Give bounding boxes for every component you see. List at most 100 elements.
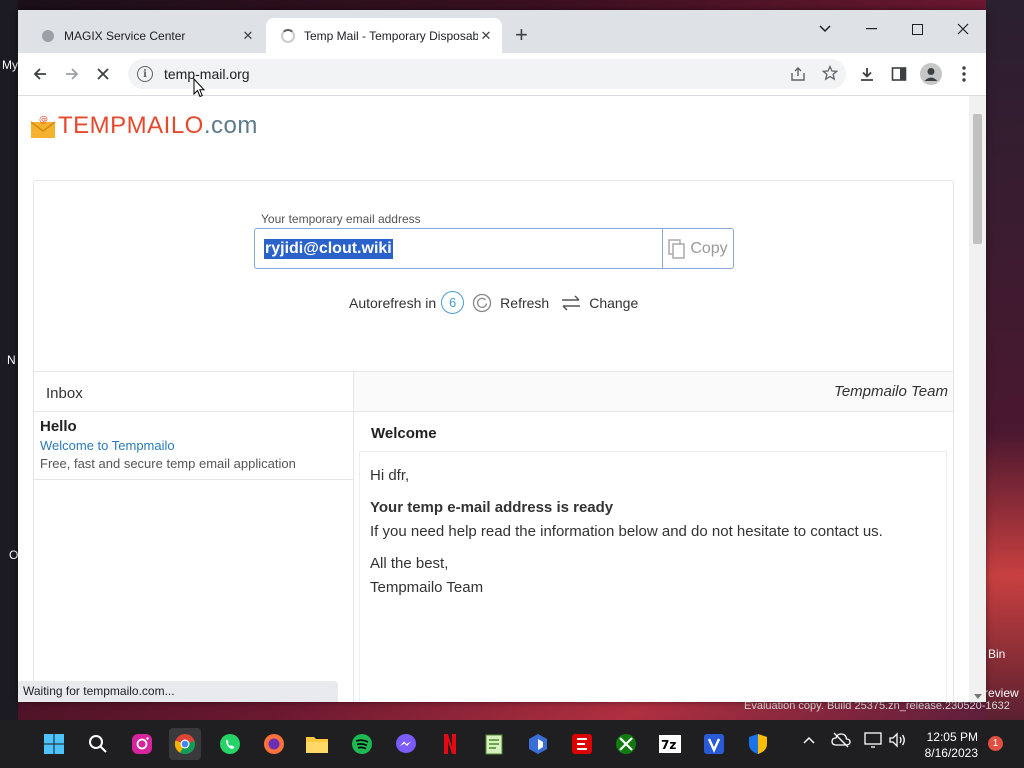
email-value-wrapper[interactable]: ryjidi@clout.wiki bbox=[255, 229, 663, 268]
browser-toolbar: i temp-mail.org bbox=[18, 53, 986, 96]
bookmark-star-icon[interactable] bbox=[821, 64, 839, 86]
inbox-title: Inbox bbox=[46, 385, 83, 402]
espn-icon[interactable] bbox=[566, 728, 598, 760]
swap-arrows-icon bbox=[562, 294, 581, 311]
message-sender: Tempmailo Team bbox=[834, 383, 948, 400]
logo-text-primary: TEMPMAILO bbox=[58, 112, 204, 139]
forward-arrow-icon[interactable] bbox=[57, 59, 87, 89]
show-hidden-icons-icon[interactable] bbox=[802, 734, 816, 748]
copy-icon bbox=[668, 238, 686, 259]
tab-title: MAGIX Service Center bbox=[64, 28, 186, 43]
tab-magix[interactable]: MAGIX Service Center ✕ bbox=[26, 18, 264, 53]
taskbar: 7z 12:05 PM 8/16/2023 1 bbox=[0, 720, 1024, 768]
close-tab-icon[interactable]: ✕ bbox=[240, 28, 256, 44]
close-window-icon[interactable] bbox=[940, 14, 986, 44]
clock-time: 12:05 PM bbox=[926, 730, 978, 744]
refresh-button[interactable]: Refresh bbox=[472, 293, 549, 313]
system-clock[interactable]: 12:05 PM 8/16/2023 bbox=[912, 729, 978, 761]
volume-icon[interactable] bbox=[888, 732, 906, 751]
url-text[interactable]: temp-mail.org bbox=[164, 66, 250, 82]
scrollbar-thumb[interactable] bbox=[973, 114, 982, 244]
stop-loading-icon[interactable] bbox=[88, 59, 118, 89]
cloud-offline-icon[interactable] bbox=[831, 732, 851, 751]
logo-text-domain: .com bbox=[203, 112, 258, 139]
share-icon[interactable] bbox=[790, 66, 806, 87]
message-signoff: All the best, bbox=[370, 555, 449, 572]
svg-text:@: @ bbox=[39, 116, 48, 125]
back-arrow-icon[interactable] bbox=[25, 59, 55, 89]
notepad-icon[interactable] bbox=[478, 728, 510, 760]
message-subject: Welcome bbox=[371, 425, 437, 442]
message-headline: Your temp e-mail address is ready bbox=[370, 499, 614, 516]
mouse-cursor-icon bbox=[193, 78, 205, 98]
clock-date: 8/16/2023 bbox=[924, 746, 978, 760]
whatsapp-icon[interactable] bbox=[214, 728, 246, 760]
xbox-icon[interactable] bbox=[610, 728, 642, 760]
page-content: @ TEMPMAILO .com Your temporary email add… bbox=[18, 96, 969, 702]
change-label: Change bbox=[589, 294, 639, 311]
page-scrollbar[interactable] bbox=[969, 96, 986, 702]
maximize-icon[interactable] bbox=[894, 14, 940, 44]
address-bar[interactable]: i temp-mail.org bbox=[128, 59, 846, 89]
chrome-icon[interactable] bbox=[169, 728, 201, 760]
menu-kebab-icon[interactable] bbox=[949, 59, 979, 89]
inbox-item-subject: Welcome to Tempmailo bbox=[40, 438, 175, 453]
side-panel-icon[interactable] bbox=[884, 59, 914, 89]
svg-text:7z: 7z bbox=[661, 738, 676, 752]
7zip-icon[interactable]: 7z bbox=[654, 728, 686, 760]
new-tab-icon[interactable]: + bbox=[515, 24, 528, 46]
inbox-list: Hello Welcome to Tempmailo Free, fast an… bbox=[34, 412, 354, 702]
download-icon[interactable] bbox=[852, 59, 882, 89]
desktop-label[interactable]: My bbox=[2, 58, 18, 72]
tempmailo-logo[interactable]: @ TEMPMAILO .com bbox=[30, 112, 258, 140]
tab-search-icon[interactable] bbox=[802, 14, 848, 44]
email-address-field[interactable]: ryjidi@clout.wiki Copy bbox=[254, 228, 734, 269]
app-icon[interactable] bbox=[522, 728, 554, 760]
status-bubble: Waiting for tempmailo.com... bbox=[18, 681, 338, 702]
autorefresh-countdown: 6 bbox=[441, 291, 465, 314]
windows-start-icon[interactable] bbox=[38, 728, 70, 760]
change-button[interactable]: Change bbox=[560, 294, 638, 312]
desktop-label[interactable]: N bbox=[7, 353, 16, 367]
list-item[interactable]: Hello Welcome to Tempmailo Free, fast an… bbox=[34, 412, 354, 480]
message-line: If you need help read the information be… bbox=[370, 523, 883, 540]
defender-shield-icon[interactable] bbox=[742, 728, 774, 760]
scroll-down-arrow-icon[interactable] bbox=[974, 694, 982, 699]
tab-title: Temp Mail - Temporary Disposab bbox=[304, 28, 478, 43]
firefox-icon[interactable] bbox=[258, 728, 290, 760]
inbox-header: Inbox bbox=[34, 371, 354, 412]
autorefresh-label: Autorefresh in bbox=[349, 294, 437, 311]
v-app-icon[interactable] bbox=[698, 728, 730, 760]
message-body: Hi dfr, Your temp e-mail address is read… bbox=[359, 451, 947, 702]
desktop-label[interactable]: Bin bbox=[988, 647, 1005, 661]
tab-tempmail[interactable]: Temp Mail - Temporary Disposab ✕ bbox=[266, 18, 502, 53]
netflix-icon[interactable] bbox=[434, 728, 466, 760]
profile-avatar-icon[interactable] bbox=[916, 59, 946, 89]
site-info-icon[interactable]: i bbox=[137, 66, 153, 82]
instagram-icon[interactable] bbox=[126, 728, 158, 760]
loading-spinner-icon bbox=[280, 28, 296, 44]
spotify-icon[interactable] bbox=[346, 728, 378, 760]
refresh-label: Refresh bbox=[500, 294, 550, 311]
email-value[interactable]: ryjidi@clout.wiki bbox=[264, 238, 393, 259]
close-tab-icon[interactable]: ✕ bbox=[478, 28, 494, 44]
desktop-right-edge bbox=[986, 0, 1024, 720]
copy-button[interactable]: Copy bbox=[663, 229, 733, 268]
message-header: Tempmailo Team bbox=[354, 371, 953, 412]
messenger-icon[interactable] bbox=[390, 728, 422, 760]
message-greeting: Hi dfr, bbox=[370, 467, 410, 484]
inbox-item-sender: Hello bbox=[40, 418, 77, 435]
envelope-logo-icon: @ bbox=[30, 116, 56, 138]
refresh-icon bbox=[473, 293, 492, 312]
file-explorer-icon[interactable] bbox=[301, 728, 333, 760]
notification-badge[interactable]: 1 bbox=[988, 736, 1003, 751]
browser-window: MAGIX Service Center ✕ Temp Mail - Tempo… bbox=[18, 10, 986, 702]
minimize-icon[interactable] bbox=[848, 14, 894, 44]
email-label: Your temporary email address bbox=[261, 212, 421, 226]
desktop-label[interactable]: O bbox=[9, 548, 18, 562]
search-icon[interactable] bbox=[82, 728, 114, 760]
globe-icon bbox=[40, 28, 56, 44]
network-icon[interactable] bbox=[863, 732, 883, 751]
tab-strip: MAGIX Service Center ✕ Temp Mail - Tempo… bbox=[18, 10, 986, 53]
inbox-item-preview: Free, fast and secure temp email applica… bbox=[40, 456, 296, 471]
